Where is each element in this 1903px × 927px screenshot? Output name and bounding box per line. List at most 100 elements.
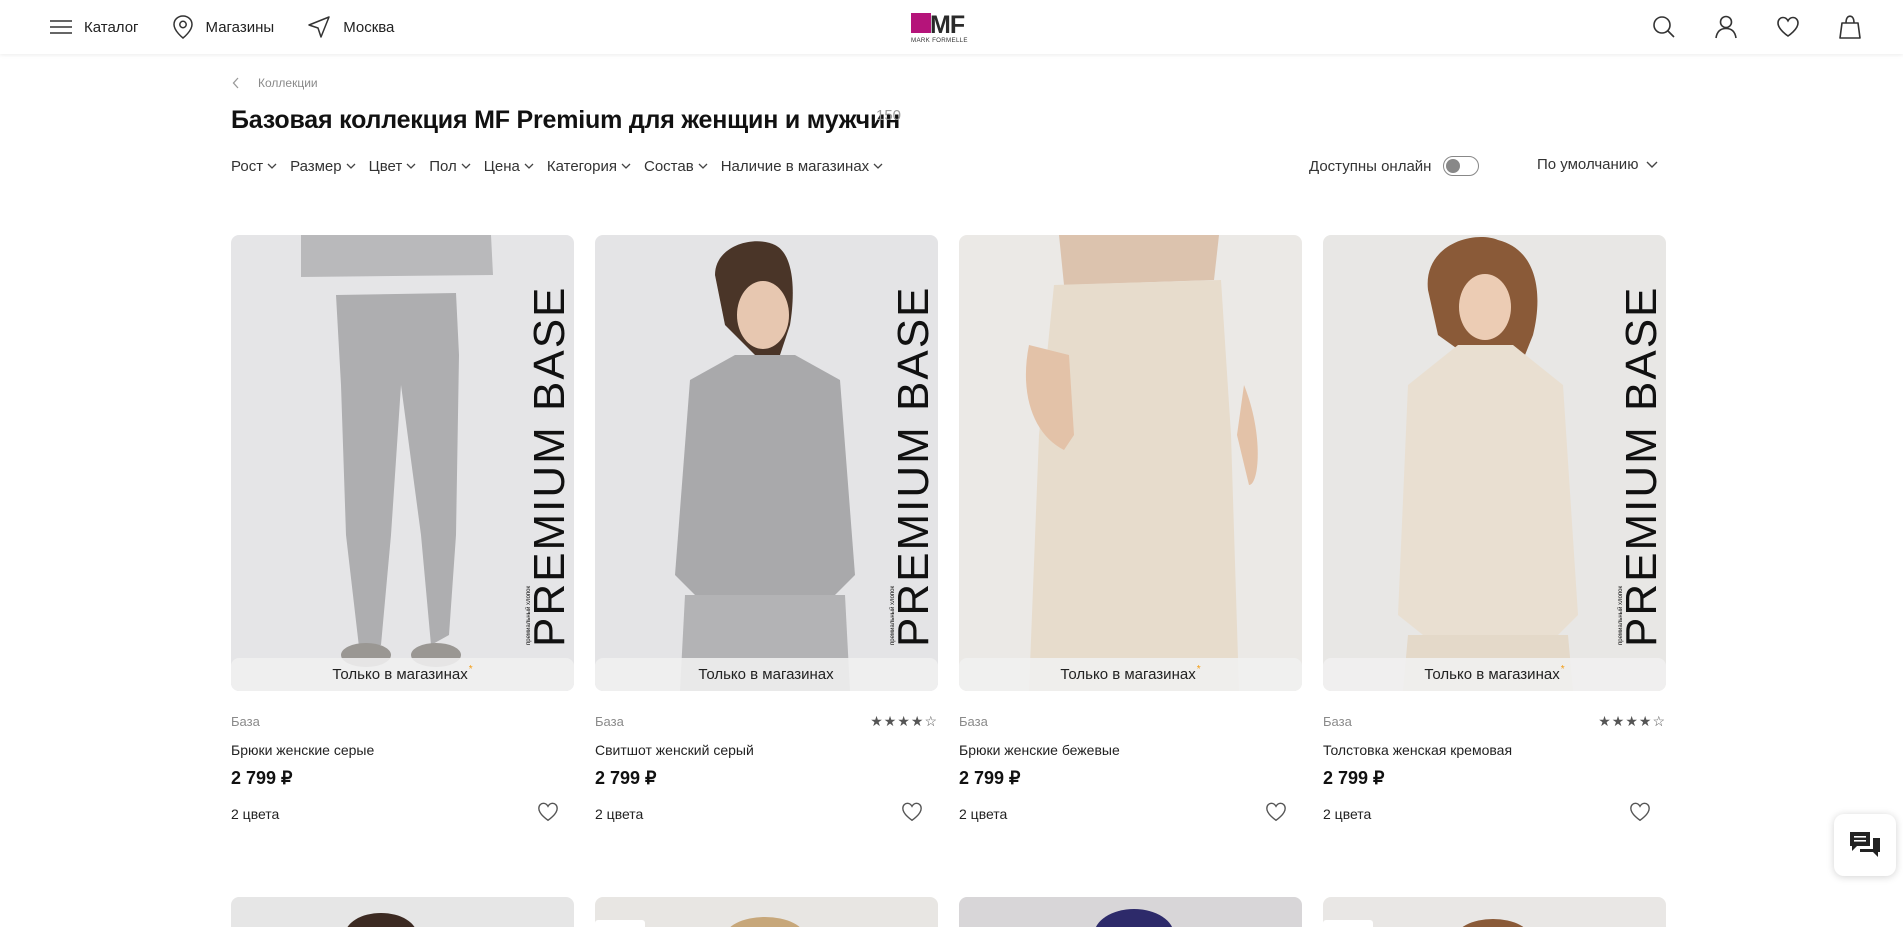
product-image bbox=[231, 897, 574, 927]
filter-label: Цвет bbox=[368, 157, 403, 175]
svg-text:MF: MF bbox=[930, 11, 965, 39]
heart-icon[interactable] bbox=[1265, 801, 1287, 823]
product-colors[interactable]: 2 цвета bbox=[595, 806, 643, 822]
catalog-menu-button[interactable]: Каталог bbox=[50, 19, 139, 36]
cart-button[interactable] bbox=[1837, 14, 1863, 40]
filter-height[interactable]: Рост bbox=[231, 158, 277, 175]
online-toggle-label: Доступны онлайн bbox=[1309, 157, 1432, 175]
product-name[interactable]: Брюки женские серые bbox=[231, 742, 374, 758]
svg-text:PREMIUM BASE: PREMIUM BASE bbox=[889, 286, 938, 647]
product-colors[interactable]: 2 цвета bbox=[1323, 806, 1371, 822]
premium-base-banner: PREMIUM BASE премиальный хлопок bbox=[525, 286, 574, 647]
product-card[interactable]: Только в магазинах * База Брюки женские б… bbox=[959, 235, 1302, 822]
online-availability-filter: Доступны онлайн bbox=[1309, 156, 1480, 176]
product-card-partial[interactable] bbox=[231, 897, 574, 927]
filter-color[interactable]: Цвет bbox=[369, 158, 417, 175]
site-header: Каталог Магазины Москва MF MARK FORMELLE bbox=[0, 0, 1903, 54]
chevron-down-icon bbox=[1646, 161, 1658, 168]
product-name[interactable]: Свитшот женский серый bbox=[595, 742, 754, 758]
filter-label: Состав bbox=[644, 157, 694, 175]
stores-only-badge: Только в магазинах * bbox=[1323, 658, 1666, 691]
city-label: Москва bbox=[343, 18, 395, 36]
badge-text: Только в магазинах bbox=[1424, 666, 1560, 683]
filter-price[interactable]: Цена bbox=[484, 158, 534, 175]
filter-store-availability[interactable]: Наличие в магазинах bbox=[721, 158, 884, 175]
stores-link[interactable]: Магазины bbox=[172, 14, 275, 40]
location-pin-icon bbox=[172, 15, 193, 39]
product-card-partial[interactable] bbox=[959, 897, 1302, 927]
breadcrumb[interactable]: Коллекции bbox=[232, 76, 318, 90]
filter-composition[interactable]: Состав bbox=[644, 158, 708, 175]
product-colors[interactable]: 2 цвета bbox=[959, 806, 1007, 822]
product-meta: База Брюки женские бежевые 2 799 ₽ 2 цве… bbox=[959, 691, 1302, 822]
mark-formelle-logo[interactable]: MF MARK FORMELLE bbox=[910, 10, 994, 44]
product-card[interactable]: PREMIUM BASE премиальный хлопок Только в… bbox=[231, 235, 574, 822]
chevron-down-icon bbox=[406, 163, 416, 169]
online-toggle-switch[interactable] bbox=[1443, 156, 1480, 176]
product-brand: База bbox=[959, 714, 988, 729]
product-image bbox=[959, 235, 1302, 691]
sort-dropdown[interactable]: По умолчанию bbox=[1537, 156, 1658, 173]
product-meta: База ★★★★☆ Толстовка женская кремовая 2 … bbox=[1323, 691, 1666, 822]
shopping-bag-icon bbox=[1839, 15, 1861, 39]
user-icon bbox=[1715, 15, 1737, 39]
toggle-knob bbox=[1446, 159, 1461, 173]
rating-stars: ★★★★☆ bbox=[1598, 713, 1666, 729]
chevron-down-icon bbox=[461, 163, 471, 169]
stores-only-badge: Только в магазинах * bbox=[959, 658, 1302, 691]
product-card-partial[interactable] bbox=[595, 897, 938, 927]
product-brand: База bbox=[595, 714, 624, 729]
product-name[interactable]: Толстовка женская кремовая bbox=[1323, 742, 1512, 758]
filter-label: Наличие в магазинах bbox=[720, 157, 870, 175]
chevron-down-icon bbox=[698, 163, 708, 169]
filter-label: Категория bbox=[546, 157, 617, 175]
product-brand: База bbox=[231, 714, 260, 729]
svg-text:PREMIUM BASE: PREMIUM BASE bbox=[1617, 286, 1666, 647]
premium-base-banner: PREMIUM BASE премиальный хлопок bbox=[1617, 286, 1666, 647]
chevron-down-icon bbox=[621, 163, 631, 169]
breadcrumb-label: Коллекции bbox=[258, 76, 318, 90]
account-button[interactable] bbox=[1713, 14, 1739, 40]
heart-icon[interactable] bbox=[537, 801, 559, 823]
premium-base-banner: PREMIUM BASE премиальный хлопок bbox=[889, 286, 938, 647]
svg-text:премиальный хлопок: премиальный хлопок bbox=[1617, 586, 1624, 645]
product-photo[interactable]: Только в магазинах * bbox=[959, 235, 1302, 691]
heart-icon bbox=[1777, 16, 1799, 37]
product-card[interactable]: PREMIUM BASE премиальный хлопок Только в… bbox=[1323, 235, 1666, 822]
product-card[interactable]: PREMIUM BASE премиальный хлопок Только в… bbox=[595, 235, 938, 822]
city-selector[interactable]: Москва bbox=[307, 15, 394, 39]
filter-size[interactable]: Размер bbox=[290, 158, 356, 175]
filter-gender[interactable]: Пол bbox=[429, 158, 471, 175]
chevron-left-icon bbox=[232, 77, 239, 89]
svg-text:премиальный хлопок: премиальный хлопок bbox=[525, 586, 532, 645]
svg-text:премиальный хлопок: премиальный хлопок bbox=[889, 586, 896, 645]
product-photo[interactable]: PREMIUM BASE премиальный хлопок Только в… bbox=[231, 235, 574, 691]
heart-icon[interactable] bbox=[1629, 801, 1651, 823]
filter-category[interactable]: Категория bbox=[547, 158, 631, 175]
product-photo[interactable]: PREMIUM BASE премиальный хлопок Только в… bbox=[1323, 235, 1666, 691]
catalog-label: Каталог bbox=[84, 18, 139, 36]
product-photo[interactable]: PREMIUM BASE премиальный хлопок Только в… bbox=[595, 235, 938, 691]
product-colors[interactable]: 2 цвета bbox=[231, 806, 279, 822]
filter-label: Размер bbox=[290, 157, 342, 175]
product-price: 2 799 ₽ bbox=[959, 768, 1021, 788]
product-count: 150 bbox=[876, 107, 902, 124]
heart-icon[interactable] bbox=[901, 801, 923, 823]
filter-label: Рост bbox=[231, 157, 264, 175]
product-card-partial[interactable] bbox=[1323, 897, 1666, 927]
product-price: 2 799 ₽ bbox=[595, 768, 657, 788]
rating-stars: ★★★★☆ bbox=[870, 713, 938, 729]
chat-widget-button[interactable] bbox=[1834, 814, 1896, 876]
wishlist-button[interactable] bbox=[1775, 14, 1801, 40]
header-actions bbox=[1615, 0, 1863, 54]
stores-label: Магазины bbox=[205, 18, 275, 36]
chat-bubbles-icon bbox=[1850, 832, 1880, 857]
badge-asterisk: * bbox=[1560, 664, 1565, 675]
search-button[interactable] bbox=[1651, 14, 1677, 40]
product-price: 2 799 ₽ bbox=[231, 768, 293, 788]
filter-label: Цена bbox=[483, 157, 520, 175]
badge-text: Только в магазинах bbox=[1060, 666, 1196, 683]
product-price: 2 799 ₽ bbox=[1323, 768, 1385, 788]
product-name[interactable]: Брюки женские бежевые bbox=[959, 742, 1120, 758]
product-meta: База Брюки женские серые 2 799 ₽ 2 цвета bbox=[231, 691, 574, 822]
